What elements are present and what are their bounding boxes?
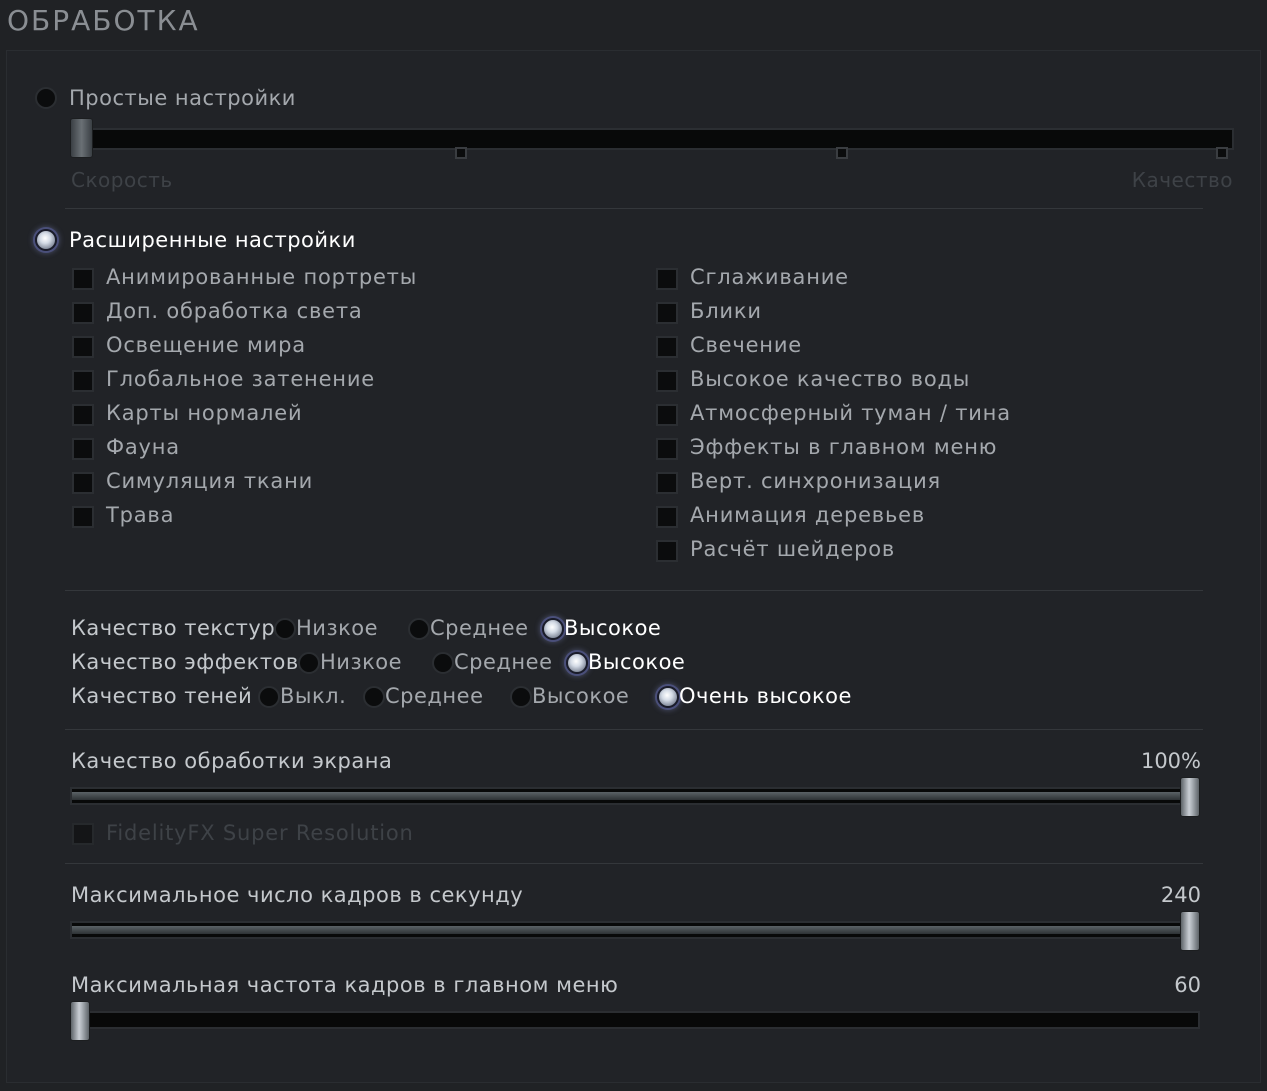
textures-option-label[interactable]: Низкое bbox=[296, 616, 378, 640]
left-checkbox-label[interactable]: Доп. обработка света bbox=[106, 299, 363, 323]
menu-fps-value: 60 bbox=[1174, 973, 1201, 997]
textures-option-radio[interactable] bbox=[274, 618, 296, 640]
right-checkbox-label[interactable]: Высокое качество воды bbox=[690, 367, 970, 391]
right-checkbox[interactable] bbox=[656, 336, 678, 358]
effects-option-radio[interactable] bbox=[298, 652, 320, 674]
effects-option-radio[interactable] bbox=[432, 652, 454, 674]
menu-fps-label: Максимальная частота кадров в главном ме… bbox=[71, 973, 619, 997]
slider-quality-label: Качество bbox=[1131, 168, 1233, 192]
screen-quality-slider-fill bbox=[72, 792, 1198, 800]
textures-option-label[interactable]: Высокое bbox=[564, 616, 661, 640]
advanced-settings-radio[interactable] bbox=[35, 229, 57, 251]
right-checkbox-label[interactable]: Анимация деревьев bbox=[690, 503, 925, 527]
simple-quality-slider[interactable] bbox=[70, 128, 1234, 150]
textures-option-radio[interactable] bbox=[542, 618, 564, 640]
max-fps-value: 240 bbox=[1160, 883, 1201, 907]
shadows-quality-label: Качество теней bbox=[71, 684, 253, 708]
menu-fps-slider-knob[interactable] bbox=[70, 1001, 90, 1041]
simple-quality-slider-knob[interactable] bbox=[70, 118, 93, 158]
divider bbox=[65, 729, 1203, 730]
shadows-option-label[interactable]: Очень высокое bbox=[679, 684, 852, 708]
slider-tick bbox=[1216, 147, 1228, 159]
left-checkbox[interactable] bbox=[72, 370, 94, 392]
textures-option-label[interactable]: Среднее bbox=[430, 616, 529, 640]
simple-settings-radio[interactable] bbox=[35, 87, 57, 109]
textures-option-radio[interactable] bbox=[408, 618, 430, 640]
right-checkbox[interactable] bbox=[656, 506, 678, 528]
left-checkbox[interactable] bbox=[72, 302, 94, 324]
left-checkbox[interactable] bbox=[72, 472, 94, 494]
right-checkbox-label[interactable]: Верт. синхронизация bbox=[690, 469, 941, 493]
left-checkbox-label[interactable]: Глобальное затенение bbox=[106, 367, 375, 391]
left-checkbox[interactable] bbox=[72, 268, 94, 290]
left-checkbox[interactable] bbox=[72, 438, 94, 460]
left-checkbox[interactable] bbox=[72, 506, 94, 528]
screen-quality-slider[interactable] bbox=[70, 787, 1200, 805]
screen-quality-slider-knob[interactable] bbox=[1180, 777, 1200, 817]
effects-option-label[interactable]: Низкое bbox=[320, 650, 402, 674]
slider-tick bbox=[836, 147, 848, 159]
shadows-option-radio[interactable] bbox=[363, 686, 385, 708]
left-checkbox[interactable] bbox=[72, 404, 94, 426]
right-checkbox[interactable] bbox=[656, 370, 678, 392]
right-checkbox[interactable] bbox=[656, 540, 678, 562]
shadows-option-label[interactable]: Высокое bbox=[532, 684, 629, 708]
left-checkbox-label[interactable]: Анимированные портреты bbox=[106, 265, 417, 289]
right-checkbox-label[interactable]: Блики bbox=[690, 299, 762, 323]
effects-option-radio[interactable] bbox=[566, 652, 588, 674]
textures-quality-label: Качество текстур bbox=[71, 616, 276, 640]
max-fps-slider-knob[interactable] bbox=[1180, 911, 1200, 951]
right-checkbox-label[interactable]: Атмосферный туман / тина bbox=[690, 401, 1011, 425]
shadows-option-label[interactable]: Среднее bbox=[385, 684, 484, 708]
fsr-label: FidelityFX Super Resolution bbox=[106, 821, 414, 845]
right-checkbox[interactable] bbox=[656, 268, 678, 290]
shadows-option-radio[interactable] bbox=[510, 686, 532, 708]
left-checkbox[interactable] bbox=[72, 336, 94, 358]
max-fps-label: Максимальное число кадров в секунду bbox=[71, 883, 524, 907]
screen-quality-label: Качество обработки экрана bbox=[71, 749, 393, 773]
right-checkbox-label[interactable]: Расчёт шейдеров bbox=[690, 537, 895, 561]
left-checkbox-label[interactable]: Фауна bbox=[106, 435, 180, 459]
left-checkbox-label[interactable]: Освещение мира bbox=[106, 333, 306, 357]
right-checkbox-label[interactable]: Эффекты в главном меню bbox=[690, 435, 997, 459]
right-checkbox[interactable] bbox=[656, 302, 678, 324]
shadows-option-radio[interactable] bbox=[258, 686, 280, 708]
right-checkbox-label[interactable]: Свечение bbox=[690, 333, 802, 357]
advanced-settings-label[interactable]: Расширенные настройки bbox=[69, 228, 356, 252]
menu-fps-slider[interactable] bbox=[70, 1011, 1200, 1029]
screen-quality-value: 100% bbox=[1140, 749, 1201, 773]
shadows-option-radio[interactable] bbox=[657, 686, 679, 708]
effects-option-label[interactable]: Среднее bbox=[454, 650, 553, 674]
simple-settings-label[interactable]: Простые настройки bbox=[69, 86, 296, 110]
right-checkbox[interactable] bbox=[656, 472, 678, 494]
slider-tick bbox=[455, 147, 467, 159]
left-checkbox-label[interactable]: Симуляция ткани bbox=[106, 469, 313, 493]
right-checkbox-label[interactable]: Сглаживание bbox=[690, 265, 849, 289]
right-checkbox[interactable] bbox=[656, 404, 678, 426]
left-checkbox-label[interactable]: Трава bbox=[106, 503, 174, 527]
max-fps-slider[interactable] bbox=[70, 921, 1200, 939]
effects-quality-label: Качество эффектов bbox=[71, 650, 299, 674]
shadows-option-label[interactable]: Выкл. bbox=[280, 684, 346, 708]
divider bbox=[65, 863, 1203, 864]
right-checkbox[interactable] bbox=[656, 438, 678, 460]
page-title: ОБРАБОТКА bbox=[7, 4, 200, 37]
slider-speed-label: Скорость bbox=[71, 168, 173, 192]
divider bbox=[65, 590, 1203, 591]
left-checkbox-label[interactable]: Карты нормалей bbox=[106, 401, 302, 425]
max-fps-slider-fill bbox=[72, 926, 1198, 934]
fsr-checkbox[interactable] bbox=[72, 823, 94, 845]
divider bbox=[65, 208, 1203, 209]
effects-option-label[interactable]: Высокое bbox=[588, 650, 685, 674]
